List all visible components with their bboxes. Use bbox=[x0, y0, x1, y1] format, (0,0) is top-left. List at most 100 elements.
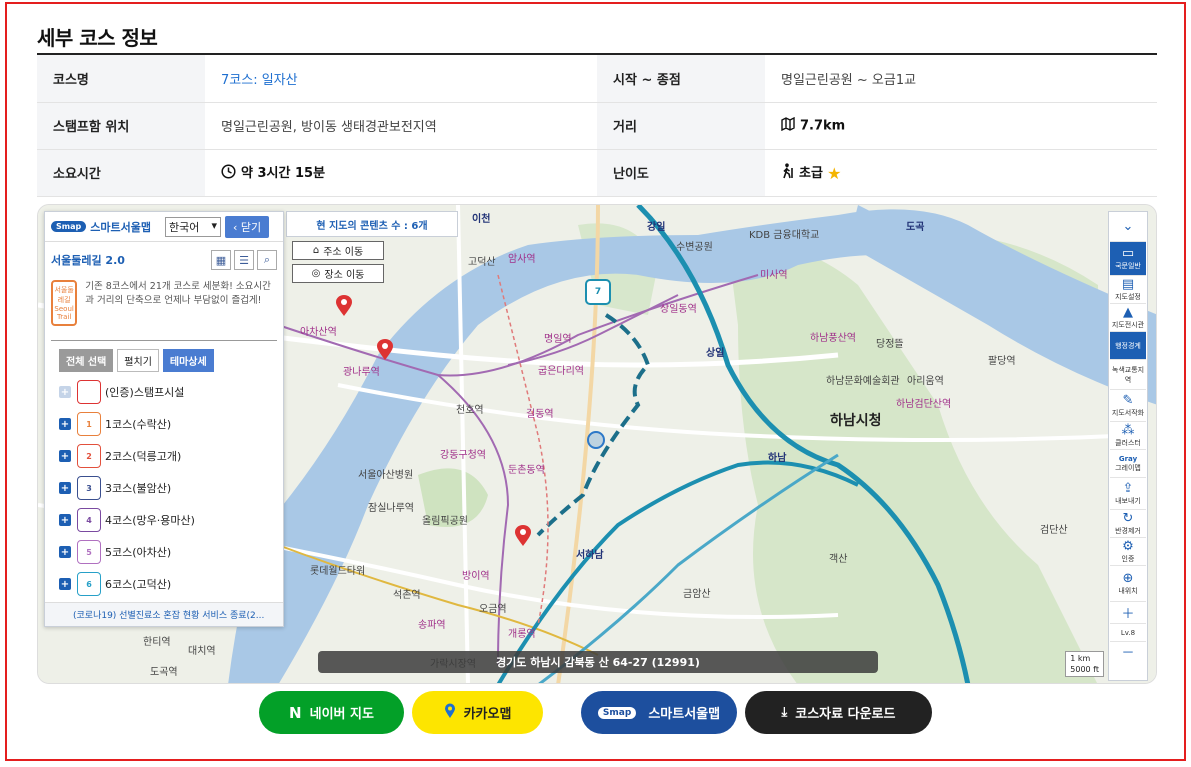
course-icon: 4 bbox=[77, 508, 101, 532]
map-label: 하남풍산역 bbox=[810, 333, 856, 344]
export-button[interactable]: ⇪ 내보내기 bbox=[1110, 478, 1146, 510]
map-label: 굽은다리역 bbox=[538, 366, 584, 377]
address-move-button[interactable]: ⌂ 주소 이동 bbox=[292, 241, 384, 260]
map-label: 상일 bbox=[706, 348, 725, 359]
list-item[interactable]: +6 6코스(고덕산) bbox=[59, 568, 269, 600]
list-view-icon[interactable]: ☰ bbox=[234, 250, 254, 270]
course-icon: 2 bbox=[77, 444, 101, 468]
panel-chips: 전체 선택 펼치기 테마상세 bbox=[45, 349, 283, 372]
map-label: 팔당역 bbox=[988, 356, 1016, 367]
select-all-chip[interactable]: 전체 선택 bbox=[59, 349, 114, 372]
course-name-link[interactable]: 7코스: 일자산 bbox=[221, 73, 298, 88]
cluster-button[interactable]: ⁂ 클러스터 bbox=[1110, 422, 1146, 450]
gear-icon: ⚙ bbox=[1122, 539, 1134, 554]
green-traffic-button[interactable]: 녹색교통지역 bbox=[1110, 360, 1146, 390]
map-label: 아리움역 bbox=[907, 376, 944, 387]
map-label: 둔촌동역 bbox=[508, 465, 545, 476]
measure-button[interactable]: ✎ 지도서작화 bbox=[1110, 390, 1146, 422]
cluster-icon: ⁂ bbox=[1121, 423, 1135, 438]
minus-icon: － bbox=[1121, 645, 1135, 661]
expand-icon[interactable]: + bbox=[59, 386, 71, 398]
map-toolbar: ⌄ ▭ 국문일반 ▤ 지도설정 ▲ 지도전시관 행정경계 녹색교통지역 ✎ 지도서작화 … bbox=[1108, 211, 1148, 681]
map-viewer[interactable]: 7 아차산역 광나루역 암사역 명일역 굽은다리역 천호역 길동역 강동구청역 둔촌동역 올림픽공… bbox=[37, 204, 1157, 684]
course-list: + (인증)스탬프시설 +1 1코스(수락산) +2 2코스(덕릉고개) +3 3코스(불암산… bbox=[45, 372, 283, 600]
theme-detail-chip[interactable]: 테마상세 bbox=[162, 349, 214, 372]
panel-intro: 서울둘레길 Seoul Trail 기존 8코스에서 21개 코스로 세분화! … bbox=[45, 278, 283, 328]
list-item[interactable]: +2 2코스(덕릉고개) bbox=[59, 440, 269, 472]
my-location-button[interactable]: ⊕ 내위치 bbox=[1110, 566, 1146, 602]
table-row: 코스명 7코스: 일자산 시작 ~ 종점 명일근린공원 ~ 오금1교 bbox=[37, 55, 1157, 103]
mountain-icon: ▲ bbox=[1123, 305, 1133, 320]
stamp-marker[interactable] bbox=[376, 339, 394, 361]
zoom-out-button[interactable]: － bbox=[1110, 642, 1146, 661]
zoom-in-button[interactable]: ＋ bbox=[1110, 602, 1146, 624]
kakao-map-button[interactable]: 카카오맵 bbox=[412, 691, 543, 734]
section-title: 세부 코스 정보 bbox=[37, 26, 158, 50]
map-settings-button[interactable]: ▤ 지도설정 bbox=[1110, 276, 1146, 304]
course-7-marker[interactable]: 7 bbox=[585, 279, 611, 305]
stamp-marker[interactable] bbox=[514, 525, 532, 547]
map-label: 천호역 bbox=[456, 405, 484, 416]
download-button[interactable]: ⤓ 코스자료 다운로드 bbox=[745, 691, 932, 734]
expand-icon[interactable]: + bbox=[59, 546, 71, 558]
list-item[interactable]: +1 1코스(수락산) bbox=[59, 408, 269, 440]
difficulty-value: 초급 bbox=[799, 165, 823, 181]
map-label: 고덕산 bbox=[468, 257, 496, 268]
language-select[interactable]: 한국어 ▾ bbox=[164, 216, 221, 237]
basemap-icon: ▭ bbox=[1121, 246, 1135, 261]
expand-icon[interactable]: + bbox=[59, 482, 71, 494]
list-item[interactable]: +5 5코스(아차산) bbox=[59, 536, 269, 568]
time-value: 약 3시간 15분 bbox=[241, 166, 326, 181]
expand-icon[interactable]: + bbox=[59, 418, 71, 430]
map-label: 송파역 bbox=[418, 620, 446, 631]
list-item[interactable]: + (인증)스탬프시설 bbox=[59, 376, 269, 408]
map-label: 하남 bbox=[768, 453, 787, 464]
notice-bar[interactable]: (코로나19) 선별진료소 혼잡 현황 서비스 종료(2... bbox=[45, 602, 283, 626]
stamp-label: 스탬프함 위치 bbox=[37, 102, 205, 150]
smart-seoul-map-button[interactable]: Smap 스마트서울맵 bbox=[581, 691, 737, 734]
basemap-button[interactable]: ▭ 국문일반 bbox=[1110, 242, 1146, 276]
course-label: 3코스(불암산) bbox=[105, 482, 172, 495]
map-label: 잠실나루역 bbox=[368, 503, 414, 514]
print-button[interactable]: ⚙ 인증 bbox=[1110, 538, 1146, 566]
layers-icon: ▤ bbox=[1121, 277, 1135, 292]
map-label: 오금역 bbox=[479, 604, 507, 615]
map-label: 검단산 bbox=[1040, 525, 1068, 536]
map-label: KDB 금융대학교 bbox=[749, 230, 820, 241]
gray-map-button[interactable]: Gray 그레이맵 bbox=[1110, 450, 1146, 478]
map-label: 롯데월드타워 bbox=[310, 566, 366, 577]
expand-icon[interactable]: + bbox=[59, 514, 71, 526]
expand-icon[interactable]: + bbox=[59, 450, 71, 462]
map-icon bbox=[781, 116, 795, 135]
collapse-toolbar-button[interactable]: ⌄ bbox=[1110, 212, 1146, 242]
seoul-trail-logo: 서울둘레길 Seoul Trail bbox=[51, 280, 78, 326]
list-item[interactable]: +3 3코스(불암산) bbox=[59, 472, 269, 504]
course-icon: 1 bbox=[77, 412, 101, 436]
map-label: 서울아산병원 bbox=[358, 470, 414, 481]
admin-boundary-button[interactable]: 행정경계 bbox=[1110, 332, 1146, 360]
stamp-marker[interactable] bbox=[335, 295, 353, 317]
course-label: 5코스(아차산) bbox=[105, 546, 172, 559]
star-icon: ★ bbox=[827, 163, 842, 183]
place-move-button[interactable]: ◎ 장소 이동 bbox=[292, 264, 384, 283]
address-bar: 경기도 하남시 감북동 산 64-27 (12991) bbox=[318, 651, 878, 673]
search-icon[interactable]: ⌕ bbox=[257, 250, 277, 270]
expand-icon[interactable]: + bbox=[59, 578, 71, 590]
map-label: 당정뜰 bbox=[876, 339, 904, 350]
panel-subheader: 서울둘레길 2.0 ▦ ☰ ⌕ bbox=[45, 242, 283, 278]
intro-text: 기존 8코스에서 21개 코스로 세분화! 소요시간과 거리의 단축으로 언제나… bbox=[85, 281, 271, 306]
table-row: 스탬프함 위치 명일근린공원, 방이동 생태경관보전지역 거리 7.7km bbox=[37, 102, 1157, 150]
list-item[interactable]: +4 4코스(망우·용마산) bbox=[59, 504, 269, 536]
grid-view-icon[interactable]: ▦ bbox=[211, 250, 231, 270]
reset-button[interactable]: ↻ 반경제거 bbox=[1110, 510, 1146, 538]
location-marker[interactable] bbox=[587, 431, 605, 449]
crosshair-icon: ⊕ bbox=[1122, 571, 1134, 586]
expand-chip[interactable]: 펼치기 bbox=[117, 349, 159, 372]
naver-map-button[interactable]: N 네이버 지도 bbox=[259, 691, 404, 734]
course-label: (인증)스탬프시설 bbox=[105, 386, 185, 399]
close-panel-button[interactable]: ‹ 닫기 bbox=[224, 215, 270, 238]
map-label: 석촌역 bbox=[393, 590, 421, 601]
time-series-button[interactable]: ▲ 지도전시관 bbox=[1110, 304, 1146, 332]
course-icon: 3 bbox=[77, 476, 101, 500]
course-name-label: 코스명 bbox=[37, 55, 205, 103]
